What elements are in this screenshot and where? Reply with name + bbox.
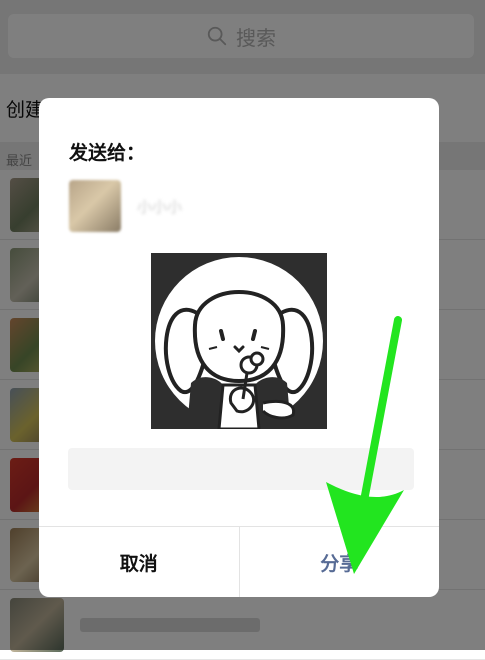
dialog-title: 发送给： (69, 142, 146, 164)
recipient-name: 小小小 (137, 197, 183, 216)
recipient-avatar (69, 180, 121, 232)
cancel-button[interactable]: 取消 (39, 527, 240, 597)
arrow-down-icon (326, 316, 404, 574)
recipient: 小小小 (69, 180, 182, 232)
shared-image-preview (151, 253, 327, 429)
bunny-sticker-image (151, 253, 327, 429)
